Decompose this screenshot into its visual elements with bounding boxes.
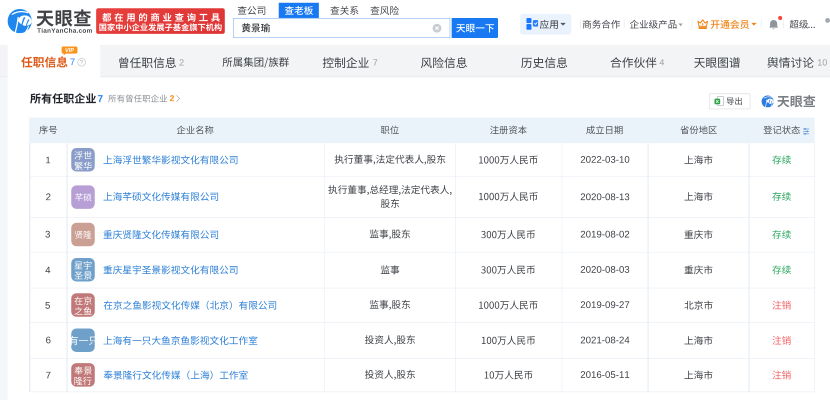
svg-text:VIP: VIP [65,48,74,54]
